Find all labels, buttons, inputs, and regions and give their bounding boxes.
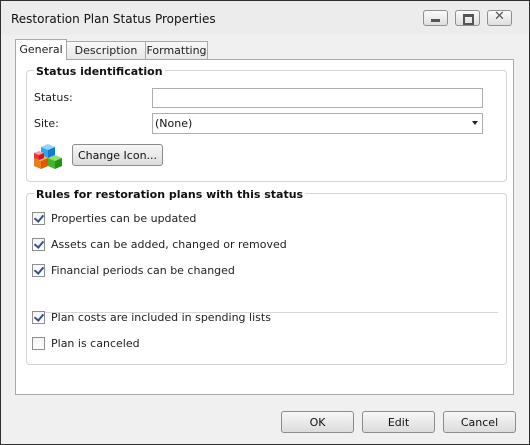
maximize-icon [463,14,474,25]
checkbox-label: Plan costs are included in spending list… [51,311,271,324]
status-identification-heading: Status identification [34,65,165,78]
checkbox[interactable] [32,264,45,277]
tab-formatting[interactable]: Formatting [145,41,208,59]
checkmark-icon [33,212,45,223]
change-icon-button[interactable]: Change Icon... [72,144,163,166]
dialog-window: Restoration Plan Status Properties ✕ Gen… [0,0,530,445]
status-label: Status: [34,91,73,104]
dropdown-arrow-icon[interactable] [472,121,478,125]
general-tab-panel: Status identification Status: Site: (Non… [15,59,514,395]
window-title: Restoration Plan Status Properties [11,12,216,26]
tab-general[interactable]: General [15,39,67,60]
close-icon: ✕ [494,9,505,24]
site-dropdown[interactable]: (None) [152,113,483,134]
checkbox[interactable] [32,311,45,324]
stacked-cubes-icon [34,144,62,169]
checkbox-label: Plan is canceled [51,337,140,350]
rules-group: Rules for restoration plans with this st… [26,188,507,365]
checkbox-label: Assets can be added, changed or removed [51,238,287,251]
site-label: Site: [34,117,59,130]
checkbox-label: Properties can be updated [51,212,197,225]
close-button[interactable]: ✕ [487,9,512,26]
checkbox-label: Financial periods can be changed [51,264,235,277]
minimize-icon [431,19,440,22]
edit-button[interactable]: Edit [362,411,435,433]
status-input[interactable] [152,88,483,108]
ok-button[interactable]: OK [281,411,354,433]
checkmark-icon [33,264,45,275]
cancel-button[interactable]: Cancel [443,411,516,433]
rules-heading: Rules for restoration plans with this st… [34,188,306,201]
tab-description[interactable]: Description [66,41,146,59]
site-selected-value: (None) [155,117,193,130]
checkbox[interactable] [32,238,45,251]
status-identification-group: Status identification Status: Site: (Non… [26,65,507,182]
minimize-button[interactable] [423,10,448,26]
title-bar[interactable]: Restoration Plan Status Properties ✕ [1,1,529,35]
checkmark-icon [33,238,45,249]
checkmark-icon [33,311,45,322]
checkbox[interactable] [32,337,45,350]
maximize-button[interactable] [455,10,480,26]
checkbox[interactable] [32,212,45,225]
